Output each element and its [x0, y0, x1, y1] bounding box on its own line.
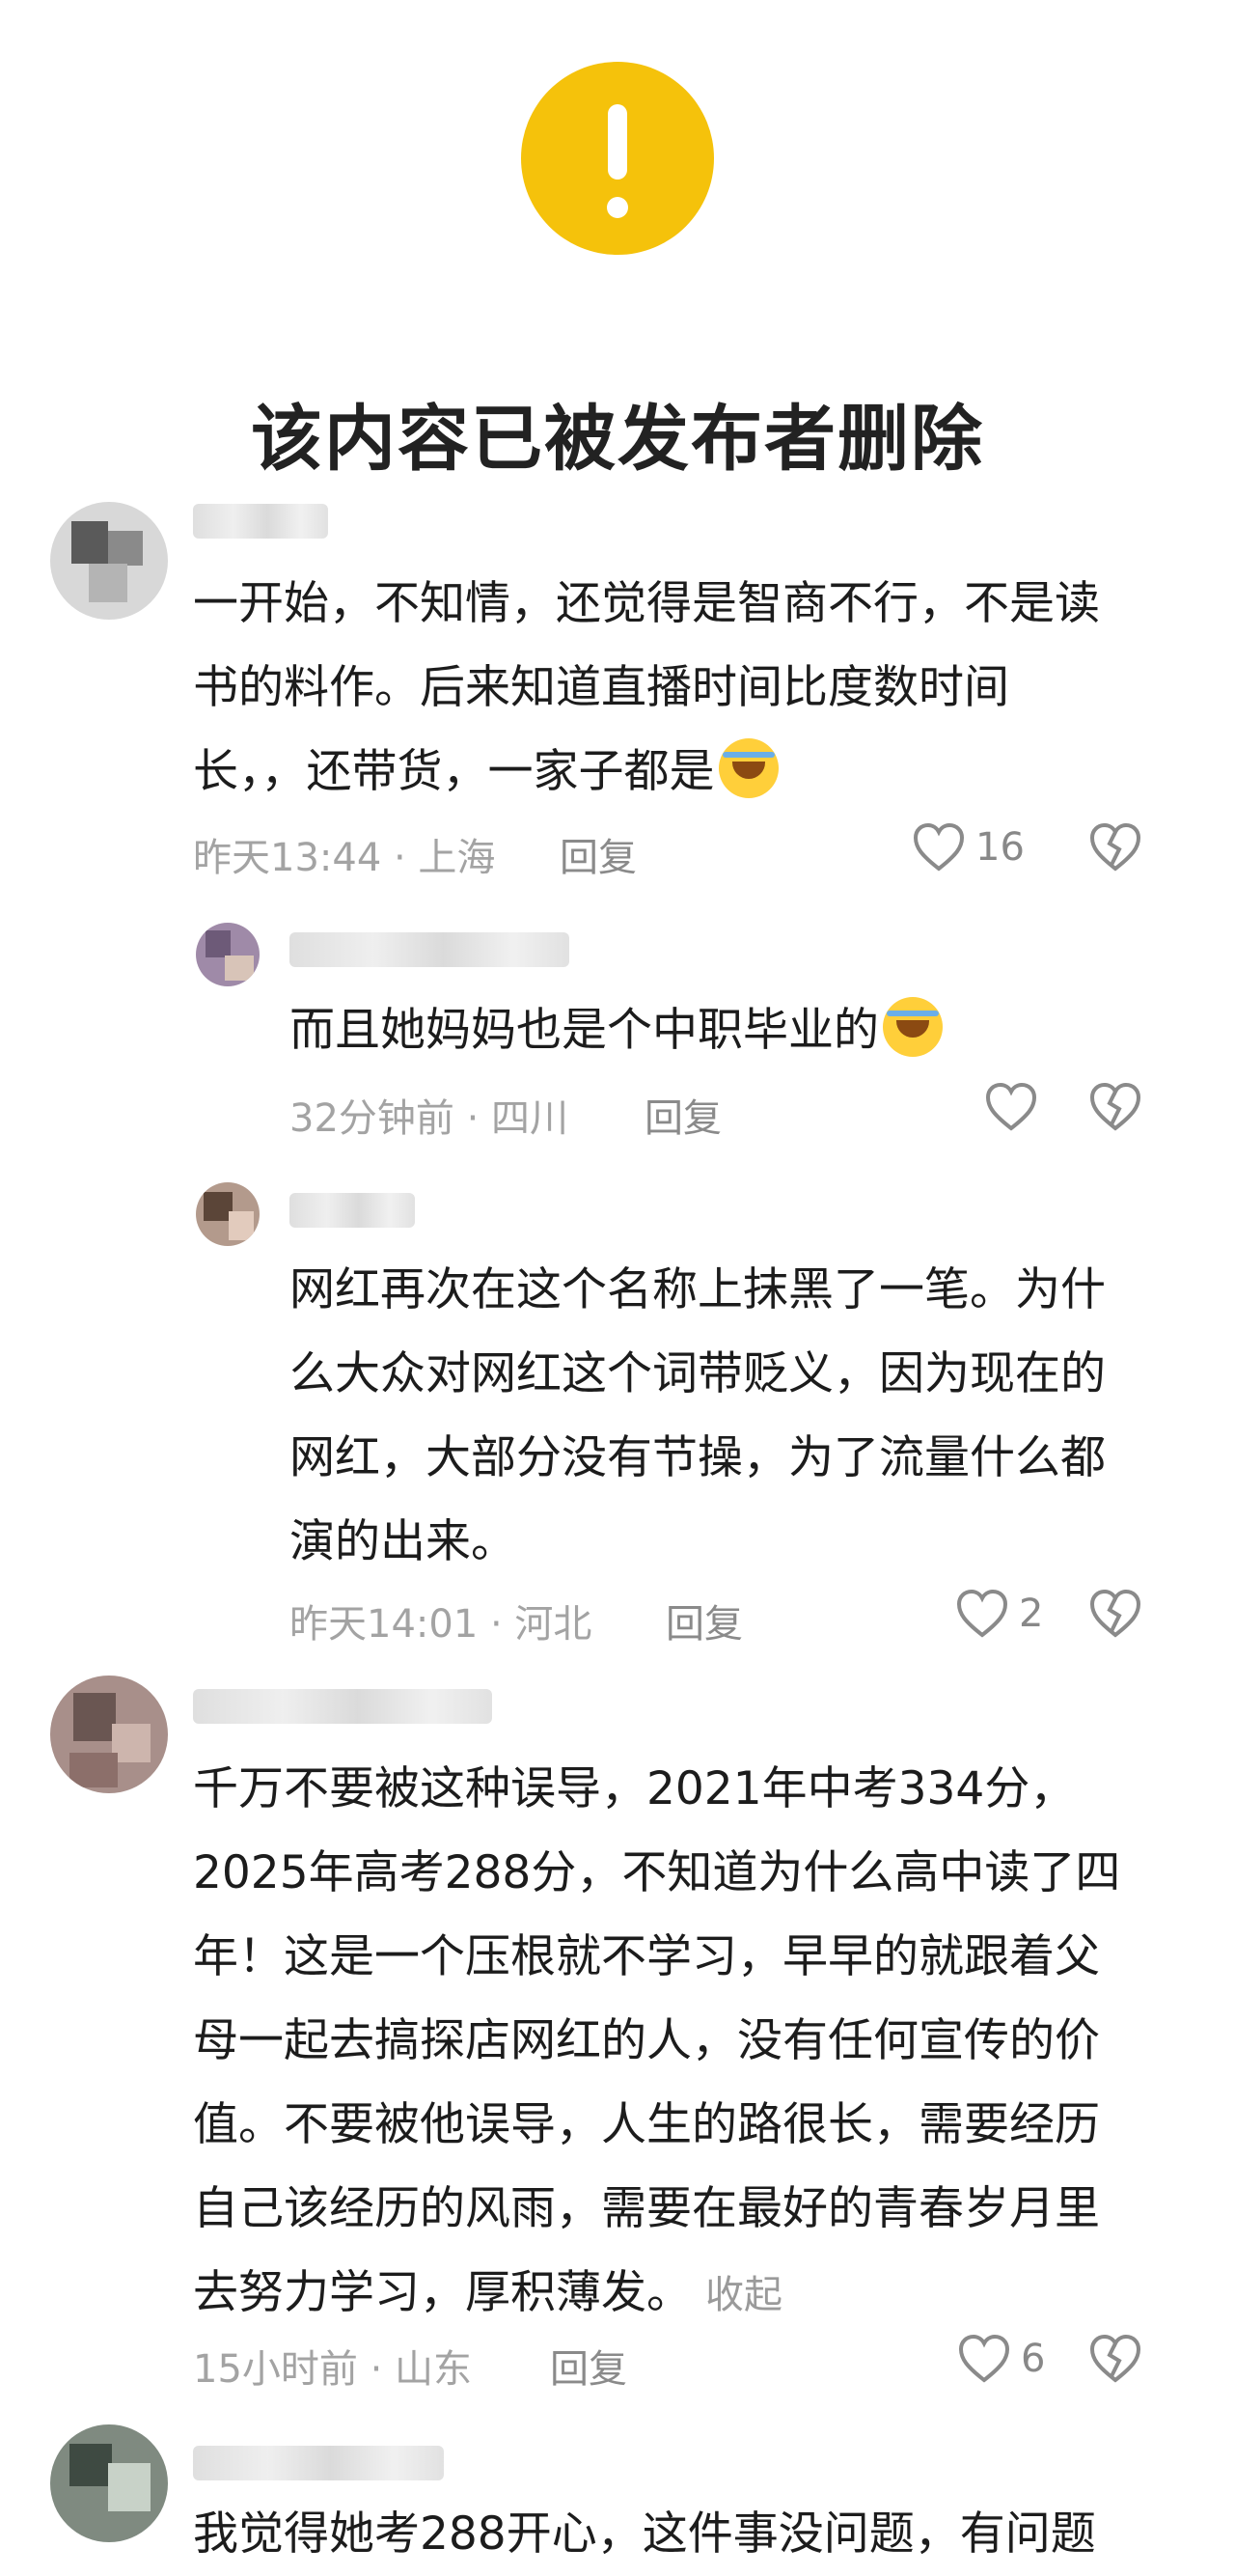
comment-text: 网红再次在这个名称上抹黑了一笔。为什 么大众对网红这个词带贬义，因为现在的 网红…: [289, 1263, 1106, 1568]
deleted-title: 该内容已被发布者删除: [251, 398, 984, 481]
username-blurred[interactable]: [193, 504, 328, 539]
laughing-crying-emoji: [718, 738, 779, 798]
comment-text: 而且她妈妈也是个中职毕业的: [289, 988, 1158, 1072]
broken-heart-icon: [1089, 2334, 1141, 2383]
broken-heart-icon: [1089, 1589, 1141, 1638]
heart-icon: [985, 1082, 1037, 1131]
reply-button[interactable]: 回复: [560, 826, 637, 882]
like-count: 2: [1019, 1592, 1044, 1636]
like-button[interactable]: 6: [957, 2334, 1045, 2384]
comment-meta: 昨天14:01 · 河北: [289, 1602, 592, 1647]
comment-text: 一开始，不知情，还觉得是智商不行，不是读 书的料作。后来知道直播时间比度数时间 …: [193, 577, 1100, 798]
sweating-emoji: [883, 997, 943, 1057]
collapse-link[interactable]: 收起: [705, 2273, 782, 2317]
avatar[interactable]: [196, 923, 260, 986]
comment-meta: 15小时前 · 山东: [193, 2347, 473, 2392]
comment-text: 千万不要被这种误导，2021年中考334分， 2025年高考288分，不知道为什…: [193, 1762, 1121, 2319]
reply-button[interactable]: 回复: [550, 2338, 627, 2394]
username-blurred[interactable]: [193, 2446, 444, 2480]
deleted-notice: 该内容已被发布者删除: [0, 0, 1235, 487]
username-blurred[interactable]: [193, 1689, 492, 1724]
exclamation-icon: [521, 62, 714, 255]
avatar[interactable]: [50, 2424, 168, 2542]
dislike-button[interactable]: [1088, 822, 1142, 876]
broken-heart-icon: [1089, 822, 1141, 872]
username-blurred[interactable]: [289, 932, 569, 967]
like-count: 16: [975, 825, 1025, 870]
comment-text: 我觉得她考288开心，这件事没问题，有问题: [193, 2507, 1096, 2561]
avatar[interactable]: [50, 1676, 168, 1793]
avatar[interactable]: [196, 1182, 260, 1246]
heart-icon: [958, 2334, 1010, 2383]
dislike-button[interactable]: [1088, 2334, 1142, 2388]
username-blurred[interactable]: [289, 1193, 415, 1228]
heart-icon: [913, 822, 965, 872]
reply-button[interactable]: 回复: [666, 1593, 743, 1648]
heart-icon: [956, 1589, 1008, 1638]
reply-button[interactable]: 回复: [645, 1087, 722, 1143]
dislike-button[interactable]: [1088, 1082, 1142, 1136]
dislike-button[interactable]: [1088, 1589, 1142, 1643]
like-count: 6: [1021, 2337, 1046, 2381]
comment-meta: 昨天13:44 · 上海: [193, 836, 496, 880]
like-button[interactable]: [984, 1082, 1038, 1132]
broken-heart-icon: [1089, 1082, 1141, 1131]
avatar[interactable]: [50, 502, 168, 620]
like-button[interactable]: 2: [955, 1589, 1043, 1639]
like-button[interactable]: 16: [912, 822, 1025, 873]
comment-meta: 32分钟前 · 四川: [289, 1096, 569, 1141]
